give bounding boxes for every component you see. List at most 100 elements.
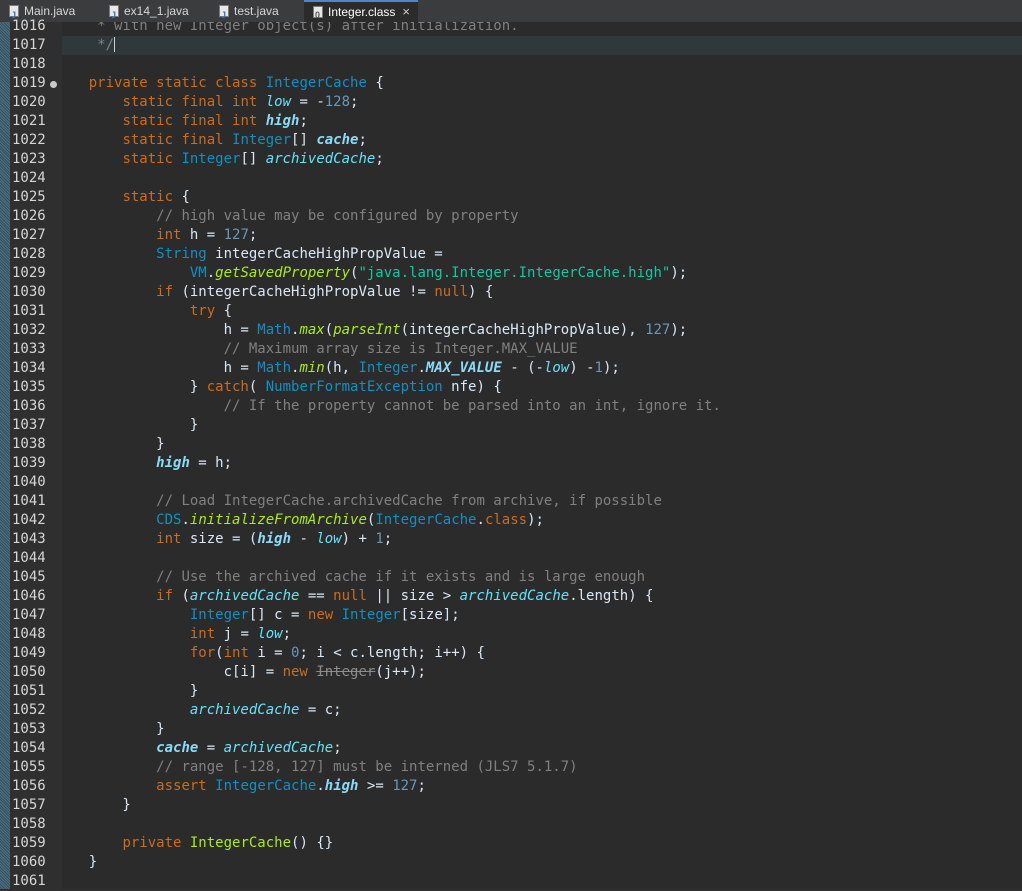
source-code[interactable]: * with new Integer object(s) after initi…: [62, 22, 721, 889]
code-line[interactable]: // Maximum array size is Integer.MAX_VAL…: [62, 340, 721, 359]
line-number: 1059: [12, 835, 46, 851]
code-line[interactable]: // Use the archived cache if it exists a…: [62, 568, 721, 587]
code-token: }: [62, 379, 207, 395]
code-line[interactable]: h = Math.min(h, Integer.MAX_VALUE - (-lo…: [62, 359, 721, 378]
code-line[interactable]: [62, 872, 721, 889]
code-editor[interactable]: * with new Integer object(s) after initi…: [62, 22, 1022, 889]
code-line[interactable]: c[i] = new Integer(j++);: [62, 663, 721, 682]
code-line[interactable]: VM.getSavedProperty("java.lang.Integer.I…: [62, 264, 721, 283]
code-token: integerCacheHighPropValue =: [206, 246, 443, 262]
code-line[interactable]: if (archivedCache == null || size > arch…: [62, 587, 721, 606]
code-line[interactable]: static final int high;: [62, 112, 721, 131]
code-token: Math: [257, 322, 292, 338]
code-token: 1: [594, 360, 603, 376]
code-line[interactable]: static Integer[] archivedCache;: [62, 150, 721, 169]
code-line[interactable]: private IntegerCache() {}: [62, 834, 721, 853]
code-token: ;: [358, 132, 367, 148]
line-number: 1060: [12, 854, 46, 870]
code-line[interactable]: high = h;: [62, 454, 721, 473]
code-line[interactable]: // range [-128, 127] must be interned (J…: [62, 758, 721, 777]
code-line[interactable]: int h = 127;: [62, 226, 721, 245]
code-line[interactable]: int j = low;: [62, 625, 721, 644]
code-token: .: [206, 265, 216, 281]
code-line[interactable]: if (integerCacheHighPropValue != null) {: [62, 283, 721, 302]
code-line[interactable]: String integerCacheHighPropValue =: [62, 245, 721, 264]
line-number: 1029: [12, 265, 46, 281]
line-number: 1042: [12, 512, 46, 528]
tab-test-java[interactable]: test.java: [210, 0, 287, 26]
code-line[interactable]: }: [62, 416, 721, 435]
code-token: () {}: [291, 835, 334, 851]
tab-ex14-1-java[interactable]: ex14_1.java: [100, 0, 197, 26]
code-line[interactable]: static final int low = -128;: [62, 93, 721, 112]
code-line[interactable]: CDS.initializeFromArchive(IntegerCache.c…: [62, 511, 721, 530]
line-number: 1027: [12, 227, 46, 243]
code-line[interactable]: Integer[] c = new Integer[size];: [62, 606, 721, 625]
code-token: - (-: [501, 360, 544, 376]
code-line[interactable]: // If the property cannot be parsed into…: [62, 397, 721, 416]
code-line[interactable]: for(int i = 0; i < c.length; i++) {: [62, 644, 721, 663]
code-line[interactable]: [62, 473, 721, 492]
code-line[interactable]: }: [62, 853, 721, 872]
code-line[interactable]: // high value may be configured by prope…: [62, 207, 721, 226]
fold-collapse-icon[interactable]: [50, 81, 57, 88]
code-token: low: [265, 94, 292, 110]
line-number: 1020: [12, 94, 46, 110]
code-token: 128: [324, 94, 351, 110]
code-token: static final int: [122, 113, 266, 129]
code-line[interactable]: [62, 169, 721, 188]
code-line[interactable]: private static class IntegerCache {: [62, 74, 721, 93]
code-line[interactable]: }: [62, 720, 721, 739]
code-token: = h;: [189, 455, 233, 471]
code-token: h =: [62, 360, 258, 376]
code-line[interactable]: archivedCache = c;: [62, 701, 721, 720]
code-token: Integer: [316, 664, 376, 680]
code-token: (integerCacheHighPropValue),: [400, 322, 646, 338]
code-token: static: [122, 189, 174, 205]
line-number: 1039: [12, 455, 46, 471]
code-token: // Maximum array size is Integer.MAX_VAL…: [223, 341, 578, 357]
code-line[interactable]: int size = (high - low) + 1;: [62, 530, 721, 549]
code-token: [size];: [400, 607, 460, 623]
code-line[interactable]: */: [62, 36, 721, 55]
line-number: 1056: [12, 778, 46, 794]
code-line[interactable]: * with new Integer object(s) after initi…: [62, 22, 721, 36]
line-number: 1052: [12, 702, 46, 718]
code-token: int: [156, 227, 182, 243]
code-line[interactable]: try {: [62, 302, 721, 321]
code-token: high: [265, 113, 300, 129]
code-token: .: [181, 512, 190, 528]
code-line[interactable]: }: [62, 682, 721, 701]
code-token: IntegerCache: [215, 778, 317, 794]
code-line[interactable]: static {: [62, 188, 721, 207]
code-line[interactable]: cache = archivedCache;: [62, 739, 721, 758]
code-line[interactable]: h = Math.max(parseInt(integerCacheHighPr…: [62, 321, 721, 340]
code-token: static final: [122, 132, 233, 148]
code-line[interactable]: }: [62, 796, 721, 815]
code-line[interactable]: [62, 815, 721, 834]
code-token: static final int: [122, 94, 266, 110]
close-icon[interactable]: ×: [402, 4, 410, 19]
code-token: [] c =: [248, 607, 308, 623]
code-line[interactable]: // Load IntegerCache.archivedCache from …: [62, 492, 721, 511]
code-line[interactable]: }: [62, 435, 721, 454]
class-file-icon: [313, 5, 323, 25]
code-line[interactable]: [62, 549, 721, 568]
code-token: int: [189, 626, 216, 642]
code-line[interactable]: assert IntegerCache.high >= 127;: [62, 777, 721, 796]
line-number: 1046: [12, 588, 46, 604]
code-line[interactable]: } catch( NumberFormatException nfe) {: [62, 378, 721, 397]
tab-label: Integer.class: [328, 5, 396, 19]
code-token: ) {: [468, 284, 494, 300]
code-token: // Load IntegerCache.archivedCache from …: [156, 493, 662, 509]
code-line[interactable]: static final Integer[] cache;: [62, 131, 721, 150]
tab-integer-class[interactable]: Integer.class ×: [304, 0, 418, 25]
code-line[interactable]: [62, 55, 721, 74]
